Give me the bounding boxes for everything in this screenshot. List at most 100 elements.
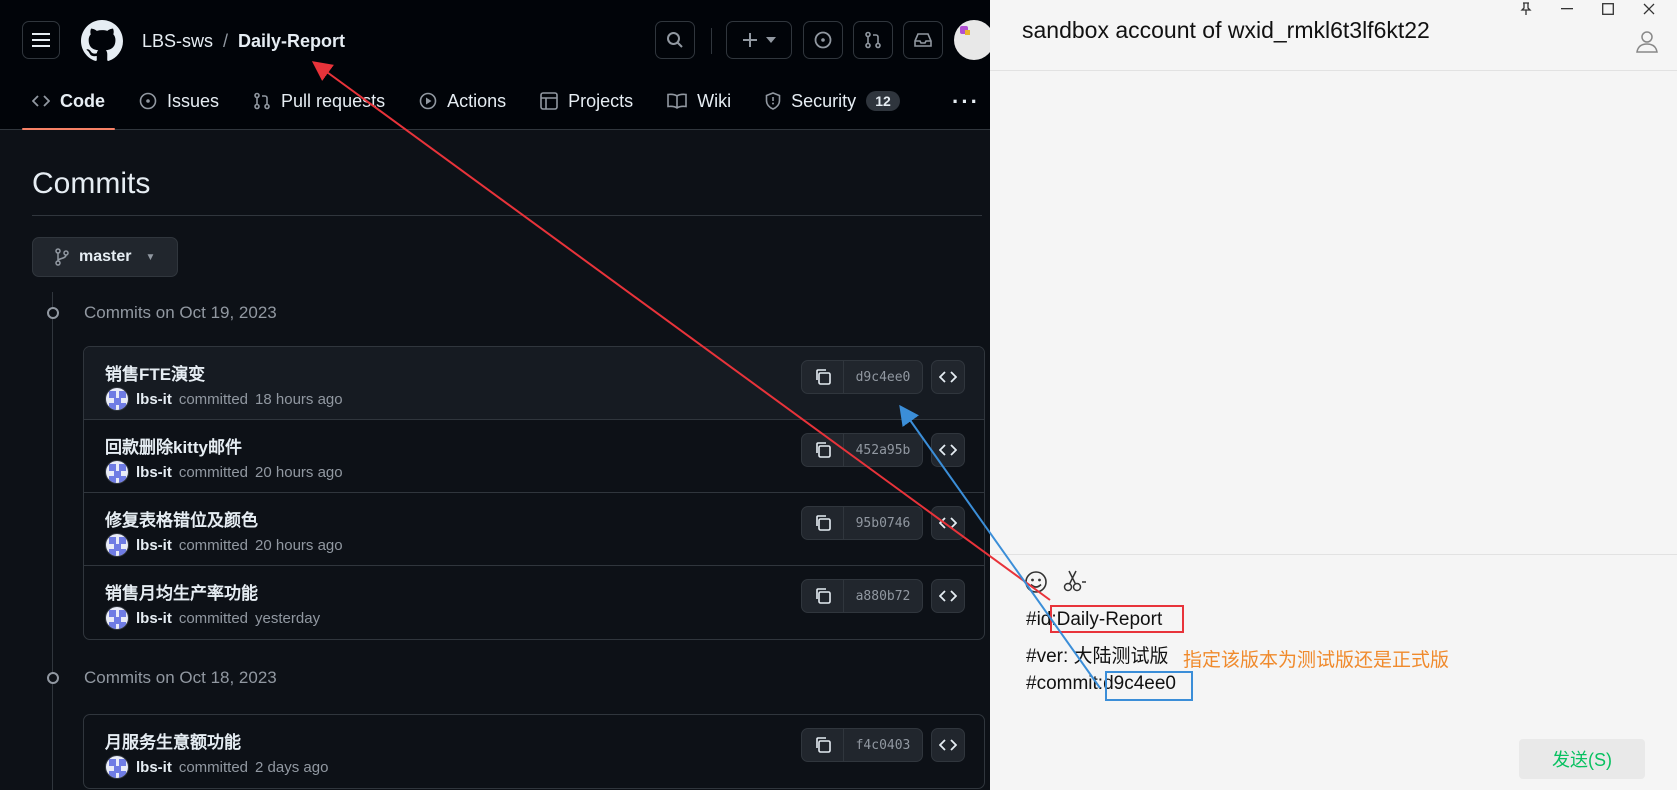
sha-button-group: f4c0403 — [801, 728, 923, 762]
commit-sha-link[interactable]: d9c4ee0 — [844, 361, 922, 393]
issue-opened-icon — [139, 92, 157, 110]
copy-icon[interactable] — [802, 507, 844, 539]
code-icon — [32, 94, 50, 108]
search-button[interactable] — [655, 21, 695, 59]
browse-files-button[interactable] — [931, 506, 965, 540]
repo-header: LBS-sws / Daily-Report Code Issues Pull … — [0, 0, 990, 130]
tab-code[interactable]: Code — [22, 84, 115, 130]
hamburger-icon — [32, 33, 50, 47]
commit-actions: 95b0746 — [801, 506, 965, 540]
commit-message-link[interactable]: 销售月均生产率功能 — [105, 579, 258, 604]
author-avatar[interactable] — [105, 755, 129, 779]
author-link[interactable]: lbs-it — [136, 391, 172, 408]
branch-select-button[interactable]: master ▼ — [32, 237, 178, 277]
title-divider — [32, 215, 982, 216]
author-avatar[interactable] — [105, 460, 129, 484]
commit-message-link[interactable]: 月服务生意额功能 — [105, 728, 241, 753]
pull-requests-button[interactable] — [853, 21, 893, 59]
author-link[interactable]: lbs-it — [136, 610, 172, 627]
play-icon — [419, 92, 437, 110]
copy-icon[interactable] — [802, 729, 844, 761]
tab-actions-label: Actions — [447, 90, 507, 111]
browse-files-button[interactable] — [931, 433, 965, 467]
commit-actions: 452a95b — [801, 433, 965, 467]
ver-value: 大陆测试版 — [1073, 646, 1169, 667]
code-icon — [939, 517, 957, 529]
commit-timeline-line — [52, 292, 53, 790]
github-logo-icon[interactable] — [81, 20, 123, 62]
copy-icon[interactable] — [802, 580, 844, 612]
author-avatar[interactable] — [105, 533, 129, 557]
commit-group-heading: Commits on Oct 19, 2023 — [40, 303, 277, 323]
copy-icon[interactable] — [802, 361, 844, 393]
author-link[interactable]: lbs-it — [136, 759, 172, 776]
create-new-button[interactable] — [726, 21, 792, 59]
author-link[interactable]: lbs-it — [136, 464, 172, 481]
commit-row[interactable]: 销售月均生产率功能 lbs-it committed yesterday a88… — [84, 566, 984, 639]
annotation-box-red — [1050, 605, 1184, 633]
commit-sha-link[interactable]: 95b0746 — [844, 507, 922, 539]
commit-row[interactable]: 回款删除kitty邮件 lbs-it committed 20 hours ag… — [84, 420, 984, 493]
commit-group-date: Commits on Oct 18, 2023 — [84, 668, 277, 687]
tab-issues[interactable]: Issues — [129, 84, 229, 118]
browse-files-button[interactable] — [931, 728, 965, 762]
message-line-ver[interactable]: #ver: 大陆测试版 — [1026, 641, 1169, 668]
commit-actions: d9c4ee0 — [801, 360, 965, 394]
user-avatar[interactable] — [954, 20, 990, 60]
breadcrumb-repo-link[interactable]: Daily-Report — [238, 31, 345, 52]
commit-prefix: #commit: — [1026, 673, 1104, 694]
inbox-button[interactable] — [903, 21, 943, 59]
maximize-icon[interactable] — [1587, 0, 1628, 18]
issue-opened-icon — [814, 31, 832, 49]
commit-actions: a880b72 — [801, 579, 965, 613]
commit-row[interactable]: 销售FTE演变 lbs-it committed 18 hours ago d9… — [84, 347, 984, 420]
browse-files-button[interactable] — [931, 360, 965, 394]
pin-icon[interactable] — [1505, 0, 1546, 18]
caret-down-icon: ▼ — [145, 251, 156, 263]
commit-node-icon — [40, 672, 66, 684]
commit-verb: committed — [178, 463, 249, 481]
commit-sha-link[interactable]: 452a95b — [844, 434, 922, 466]
commit-message-link[interactable]: 销售FTE演变 — [105, 360, 205, 385]
menu-button[interactable] — [22, 21, 60, 59]
input-divider — [990, 554, 1677, 555]
issues-button[interactable] — [803, 21, 843, 59]
minimize-icon[interactable] — [1546, 0, 1587, 18]
git-branch-icon — [55, 248, 69, 266]
tab-actions[interactable]: Actions — [409, 84, 516, 118]
chat-title: sandbox account of wxid_rmkl6t3lf6kt22 — [1022, 17, 1430, 43]
author-link[interactable]: lbs-it — [136, 537, 172, 554]
tab-projects[interactable]: Projects — [530, 84, 643, 118]
author-avatar[interactable] — [105, 387, 129, 411]
screenshot-icon[interactable] — [1062, 569, 1088, 599]
breadcrumb-owner-link[interactable]: LBS-sws — [142, 31, 213, 52]
author-avatar[interactable] — [105, 606, 129, 630]
commit-message-link[interactable]: 回款删除kitty邮件 — [105, 433, 242, 458]
commit-verb: committed — [178, 609, 249, 627]
breadcrumb: LBS-sws / Daily-Report — [142, 31, 345, 52]
browse-files-button[interactable] — [931, 579, 965, 613]
commit-row[interactable]: 修复表格错位及颜色 lbs-it committed 20 hours ago … — [84, 493, 984, 566]
tab-pull-requests[interactable]: Pull requests — [243, 84, 395, 118]
code-icon — [939, 444, 957, 456]
commit-meta: lbs-it committed yesterday — [105, 606, 320, 630]
commit-message-link[interactable]: 修复表格错位及颜色 — [105, 506, 258, 531]
commit-time: yesterday — [255, 609, 321, 627]
tab-security[interactable]: Security 12 — [755, 84, 910, 118]
emoji-icon[interactable] — [1024, 570, 1048, 599]
copy-icon[interactable] — [802, 434, 844, 466]
tab-wiki[interactable]: Wiki — [657, 84, 741, 118]
commit-sha-link[interactable]: f4c0403 — [844, 729, 922, 761]
send-button[interactable]: 发送(S) — [1519, 739, 1645, 779]
tab-wiki-label: Wiki — [697, 90, 732, 111]
code-icon — [939, 590, 957, 602]
user-profile-icon[interactable] — [1635, 29, 1659, 58]
commit-row[interactable]: 月服务生意额功能 lbs-it committed 2 days ago f4c… — [84, 715, 984, 788]
commit-meta: lbs-it committed 20 hours ago — [105, 460, 343, 484]
commit-group-date: Commits on Oct 19, 2023 — [84, 303, 277, 322]
close-icon[interactable] — [1628, 0, 1669, 18]
git-pull-request-icon — [865, 31, 881, 49]
table-icon — [540, 92, 558, 110]
more-tabs-icon[interactable]: ··· — [952, 89, 980, 115]
commit-sha-link[interactable]: a880b72 — [844, 580, 922, 612]
